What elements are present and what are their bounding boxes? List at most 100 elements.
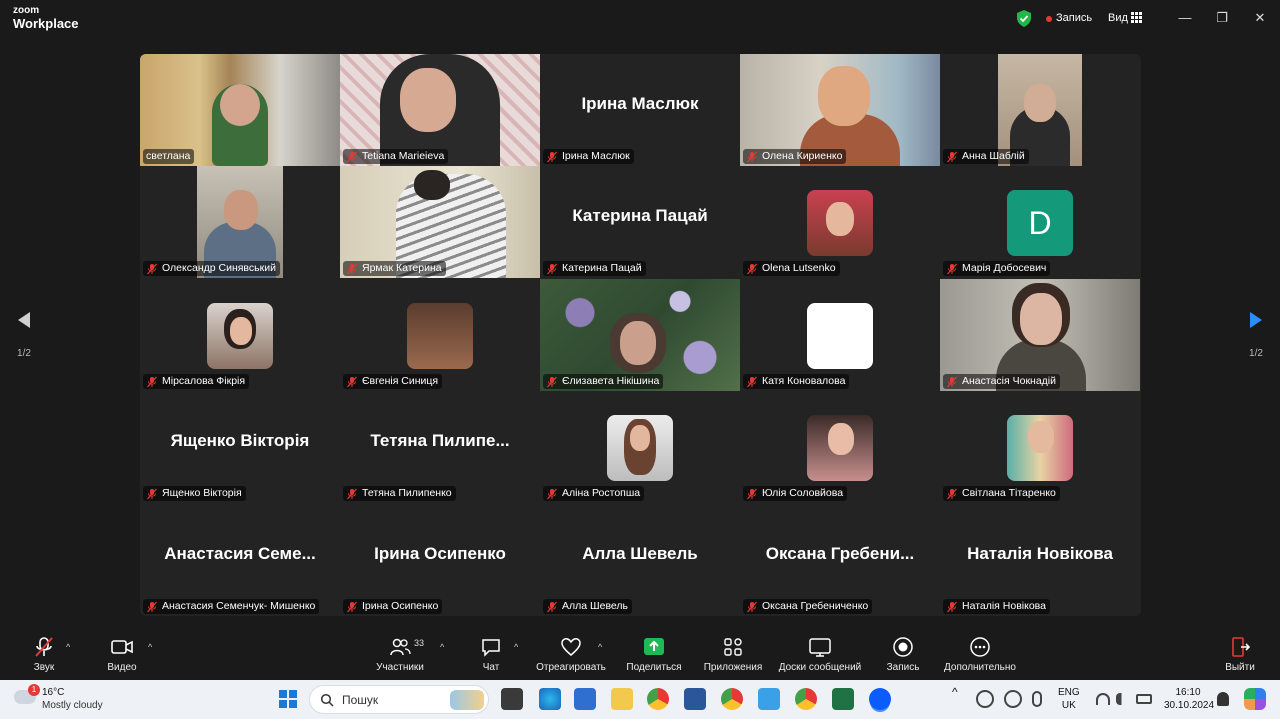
wifi-icon[interactable]	[1096, 693, 1110, 705]
network-off-icon[interactable]	[1004, 690, 1022, 708]
view-button[interactable]: Вид	[1108, 12, 1128, 24]
previous-page-nav[interactable]: 1/2	[4, 300, 44, 380]
participant-name-label: Юлія Соловйова	[743, 486, 848, 501]
task-view-icon[interactable]	[501, 688, 523, 710]
word-icon[interactable]	[684, 688, 706, 710]
participant-tile[interactable]: Олена Кириенко	[740, 54, 940, 166]
participant-tile[interactable]: Тетяна Пилипе... Тетяна Пилипенко	[340, 391, 540, 503]
windows-start-icon[interactable]	[278, 689, 298, 709]
participant-tile[interactable]: Катерина Пацай Катерина Пацай	[540, 166, 740, 278]
participant-tile[interactable]: Анастасія Чокнадій	[940, 279, 1140, 391]
participant-tile[interactable]: Olena Lutsenko	[740, 166, 940, 278]
participant-name-label: Мірсалова Фікрія	[143, 374, 250, 389]
participant-tile[interactable]: Ярмак Катерина	[340, 166, 540, 278]
participant-name-label: светлана	[143, 149, 195, 164]
chevron-right-icon[interactable]	[1236, 300, 1276, 340]
video-button[interactable]: Видео	[102, 636, 142, 673]
gallery-grid-icon[interactable]	[1131, 12, 1142, 23]
video-options-caret-icon[interactable]: ^	[148, 642, 152, 652]
next-page-nav[interactable]: 1/2	[1236, 300, 1276, 380]
participant-tile[interactable]: светлана	[140, 54, 340, 166]
participant-name-label: Наталія Новікова	[943, 599, 1050, 614]
excel-icon[interactable]	[832, 688, 854, 710]
zoom-workplace-logo: zoom Workplace	[13, 6, 79, 31]
show-hidden-icons-chevron-icon[interactable]: ^	[952, 686, 958, 699]
store-icon[interactable]	[574, 688, 596, 710]
restore-button[interactable]: ❐	[1212, 8, 1232, 28]
participant-tile[interactable]: Єлизавета Нікішина	[540, 279, 740, 391]
participant-name: Катерина Пацай	[562, 262, 642, 274]
chrome-profile-2-icon[interactable]	[795, 688, 817, 710]
audio-options-caret-icon[interactable]: ^	[66, 642, 70, 652]
chat-options-caret-icon[interactable]: ^	[514, 642, 518, 652]
participant-tile[interactable]: Світлана Тітаренко	[940, 391, 1140, 503]
photos-icon[interactable]	[758, 688, 780, 710]
chrome-profile-icon[interactable]	[721, 688, 743, 710]
copilot-icon[interactable]	[1244, 688, 1266, 710]
person-face	[818, 66, 870, 126]
battery-icon[interactable]	[1136, 694, 1152, 704]
sync-icon[interactable]	[976, 690, 994, 708]
minimize-button[interactable]: —	[1175, 8, 1195, 28]
clock[interactable]: 16:10 30.10.2024	[1164, 686, 1214, 712]
microphone-icon[interactable]	[1032, 691, 1042, 707]
participant-tile[interactable]: Юлія Соловйова	[740, 391, 940, 503]
whiteboard-icon	[809, 638, 831, 657]
whiteboards-label: Доски сообщений	[778, 662, 862, 673]
encryption-shield-icon[interactable]	[1016, 10, 1032, 27]
chevron-left-icon[interactable]	[4, 300, 44, 340]
participant-display-name: Ірина Осипенко	[374, 544, 506, 563]
participant-tile[interactable]: Ірина Маслюк Ірина Маслюк	[540, 54, 740, 166]
person-face	[1028, 421, 1054, 453]
participant-tile[interactable]: Алла Шевель Алла Шевель	[540, 504, 740, 616]
participants-options-caret-icon[interactable]: ^	[440, 642, 444, 652]
participant-name: Оксана Гребениченко	[762, 600, 869, 612]
zoom-taskbar-icon[interactable]	[869, 688, 891, 710]
more-button[interactable]: Дополнительно	[940, 636, 1020, 673]
participant-tile[interactable]: Олександр Синявський	[140, 166, 340, 278]
recording-status[interactable]: Запись	[1056, 12, 1092, 24]
participant-tile[interactable]: Анна Шаблій	[940, 54, 1140, 166]
participant-tile[interactable]: Tetiana Marieieva	[340, 54, 540, 166]
chat-button[interactable]: Чат	[476, 636, 506, 673]
volume-icon[interactable]	[1116, 693, 1130, 705]
file-explorer-icon[interactable]	[611, 688, 633, 710]
notification-bell-icon[interactable]	[1217, 692, 1229, 706]
page-indicator-left: 1/2	[17, 348, 31, 359]
participants-button[interactable]: Участники 33	[370, 636, 430, 673]
participant-tile[interactable]: Ященко Вікторія Ященко Вікторія	[140, 391, 340, 503]
participant-tile[interactable]: D Марія Добосевич	[940, 166, 1140, 278]
participant-tile[interactable]: Оксана Гребени... Оксана Гребениченко	[740, 504, 940, 616]
audio-button[interactable]: Звук	[28, 636, 60, 673]
video-label: Видео	[107, 662, 137, 673]
participant-tile[interactable]: Анастасия Семе... Анастасия Семенчук- Ми…	[140, 504, 340, 616]
language-indicator[interactable]: ENG UK	[1058, 686, 1080, 712]
edge-browser-icon[interactable]	[539, 688, 561, 710]
share-screen-button[interactable]: Поделиться	[624, 636, 684, 673]
participant-tile[interactable]: Мірсалова Фікрія	[140, 279, 340, 391]
muted-microphone-icon	[35, 637, 53, 657]
react-options-caret-icon[interactable]: ^	[598, 642, 602, 652]
participant-tile[interactable]: Ірина Осипенко Ірина Осипенко	[340, 504, 540, 616]
chrome-icon[interactable]	[647, 688, 669, 710]
muted-mic-icon	[346, 263, 358, 275]
whiteboards-button[interactable]: Доски сообщений	[774, 636, 866, 673]
participant-name: Анастасія Чокнадій	[962, 375, 1057, 387]
taskbar-search[interactable]: Пошук	[309, 685, 489, 714]
participant-tile[interactable]: Євгенія Синиця	[340, 279, 540, 391]
participant-display-name: Наталія Новікова	[967, 544, 1113, 563]
participant-tile[interactable]: Аліна Ростопша	[540, 391, 740, 503]
participant-name: Tetiana Marieieva	[362, 150, 445, 162]
leave-button[interactable]: Выйти	[1222, 636, 1258, 673]
record-button[interactable]: Запись	[884, 636, 922, 673]
participant-tile[interactable]: Наталія Новікова Наталія Новікова	[940, 504, 1140, 616]
participant-name: Марія Добосевич	[962, 262, 1047, 274]
participant-tile[interactable]: Катя Коновалова	[740, 279, 940, 391]
muted-mic-icon	[146, 601, 158, 613]
apps-button[interactable]: Приложения	[700, 636, 766, 673]
person-face	[1020, 293, 1062, 345]
participant-display-name: Катерина Пацай	[572, 206, 708, 225]
participant-name: Єлизавета Нікішина	[562, 375, 660, 387]
close-button[interactable]: ✕	[1250, 8, 1270, 28]
react-button[interactable]: Отреагировать	[534, 636, 608, 673]
